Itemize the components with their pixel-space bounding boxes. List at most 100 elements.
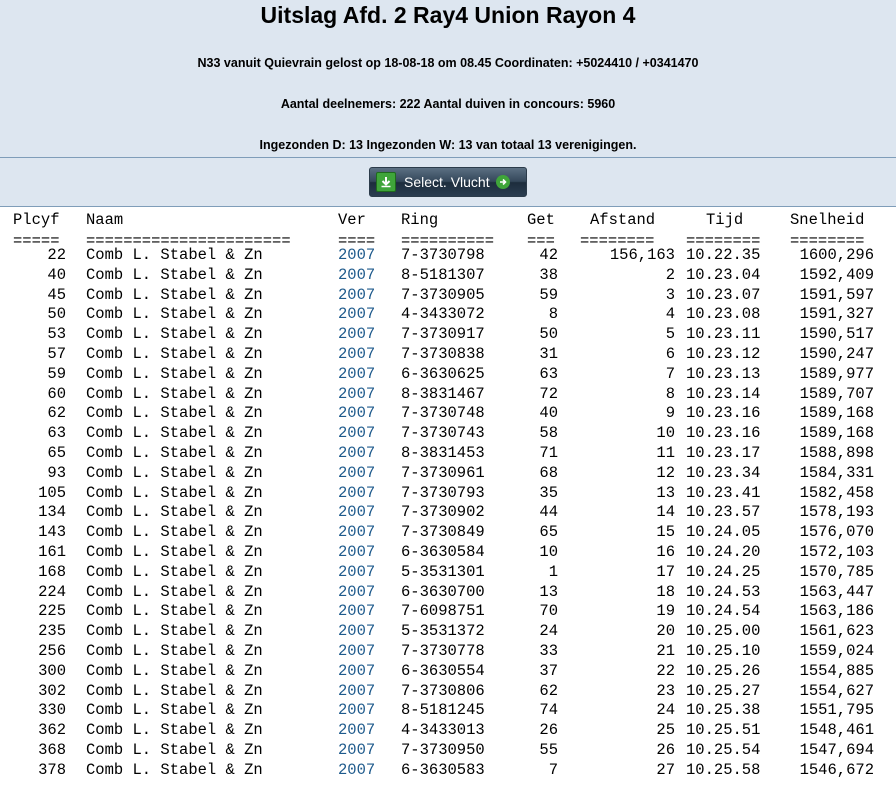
cell-ver-link[interactable]: 2007 — [338, 325, 375, 343]
table-separator-row: ===== ====================== ==== ======… — [0, 231, 896, 250]
cell-ver-link[interactable]: 2007 — [338, 484, 375, 502]
cell-ver-link[interactable]: 2007 — [338, 246, 375, 264]
cell-snelheid: 1547,694 — [799, 740, 874, 759]
button-bar: Select. Vlucht — [0, 158, 896, 207]
cell-ver-link[interactable]: 2007 — [338, 583, 375, 601]
cell-ver-link[interactable]: 2007 — [338, 602, 375, 620]
cell-ver-link[interactable]: 2007 — [338, 424, 375, 442]
cell-plcyf: 235 — [38, 622, 66, 641]
cell-tijd: 10.23.16 — [686, 404, 761, 423]
cell-ver-link[interactable]: 2007 — [338, 563, 375, 581]
cell-naam: Comb L. Stabel & Zn — [86, 424, 263, 443]
cell-ver-link[interactable]: 2007 — [338, 761, 375, 779]
download-icon — [376, 172, 396, 192]
table-row: 368 Comb L. Stabel & Zn 2007 7-3730950 55 26 1… — [0, 741, 896, 761]
cell-snelheid: 1589,168 — [799, 404, 874, 423]
cell-ver-link[interactable]: 2007 — [338, 682, 375, 700]
cell-ver-link[interactable]: 2007 — [338, 662, 375, 680]
cell-get: 55 — [539, 740, 558, 759]
cell-afstand: 5 — [665, 325, 675, 344]
cell-naam: Comb L. Stabel & Zn — [86, 681, 263, 700]
cell-ver-link[interactable]: 2007 — [338, 444, 375, 462]
cell-ver-link[interactable]: 2007 — [338, 464, 375, 482]
cell-get: 33 — [539, 641, 558, 660]
cell-afstand: 10 — [656, 424, 675, 443]
cell-naam: Comb L. Stabel & Zn — [86, 246, 263, 264]
table-row: 256 Comb L. Stabel & Zn 2007 7-3730778 33 21 1… — [0, 642, 896, 662]
cell-snelheid: 1563,186 — [799, 602, 874, 621]
cell-ver-link[interactable]: 2007 — [338, 345, 375, 363]
cell-naam: Comb L. Stabel & Zn — [86, 325, 263, 344]
cell-plcyf: 134 — [38, 503, 66, 522]
cell-ver-link[interactable]: 2007 — [338, 741, 375, 759]
cell-afstand: 17 — [656, 562, 675, 581]
cell-afstand: 20 — [656, 622, 675, 641]
cell-snelheid: 1551,795 — [799, 701, 874, 720]
cell-plcyf: 22 — [47, 246, 66, 264]
cell-ring: 7-3730748 — [401, 404, 485, 423]
cell-ring: 5-3531372 — [401, 622, 485, 641]
page-title: Uitslag Afd. 2 Ray4 Union Rayon 4 — [260, 2, 636, 28]
cell-snelheid: 1582,458 — [799, 483, 874, 502]
flight-info: N33 vanuit Quievrain gelost op 18-08-18 … — [197, 56, 699, 70]
cell-plcyf: 62 — [47, 404, 66, 423]
cell-plcyf: 59 — [47, 364, 66, 383]
cell-plcyf: 368 — [38, 740, 66, 759]
cell-ring: 7-3730917 — [401, 325, 485, 344]
cell-naam: Comb L. Stabel & Zn — [86, 384, 263, 403]
cell-naam: Comb L. Stabel & Zn — [86, 582, 263, 601]
cell-naam: Comb L. Stabel & Zn — [86, 443, 263, 462]
cell-ver-link[interactable]: 2007 — [338, 266, 375, 284]
cell-naam: Comb L. Stabel & Zn — [86, 503, 263, 522]
table-row: 59 Comb L. Stabel & Zn 2007 6-3630625 63 7 10.… — [0, 365, 896, 385]
cell-plcyf: 330 — [38, 701, 66, 720]
cell-tijd: 10.23.13 — [686, 364, 761, 383]
cell-naam: Comb L. Stabel & Zn — [86, 740, 263, 759]
cell-get: 72 — [539, 384, 558, 403]
cell-ver-link[interactable]: 2007 — [338, 286, 375, 304]
cell-ring: 7-3730902 — [401, 503, 485, 522]
cell-ring: 7-3730838 — [401, 344, 485, 363]
cell-ring: 7-3730950 — [401, 740, 485, 759]
cell-tijd: 10.25.51 — [686, 721, 761, 740]
table-header-row: Plcyf Naam Ver Ring Get Afstand Tijd Sne… — [0, 207, 896, 231]
cell-ver-link[interactable]: 2007 — [338, 642, 375, 660]
cell-ver-link[interactable]: 2007 — [338, 701, 375, 719]
cell-plcyf: 224 — [38, 582, 66, 601]
cell-ring: 7-3730905 — [401, 285, 485, 304]
cell-ver-link[interactable]: 2007 — [338, 543, 375, 561]
cell-plcyf: 50 — [47, 305, 66, 324]
cell-naam: Comb L. Stabel & Zn — [86, 265, 263, 284]
cell-ver-link[interactable]: 2007 — [338, 622, 375, 640]
table-row: 330 Comb L. Stabel & Zn 2007 8-5181245 74 24 1… — [0, 701, 896, 721]
cell-ver-link[interactable]: 2007 — [338, 404, 375, 422]
cell-ver-link[interactable]: 2007 — [338, 365, 375, 383]
cell-tijd: 10.25.10 — [686, 641, 761, 660]
cell-ver-link[interactable]: 2007 — [338, 721, 375, 739]
cell-get: 35 — [539, 483, 558, 502]
cell-naam: Comb L. Stabel & Zn — [86, 364, 263, 383]
cell-ver-link[interactable]: 2007 — [338, 305, 375, 323]
cell-ring: 6-3630583 — [401, 760, 485, 779]
cell-tijd: 10.24.53 — [686, 582, 761, 601]
cell-afstand: 9 — [665, 404, 675, 423]
cell-afstand: 2 — [665, 265, 675, 284]
cell-ver-link[interactable]: 2007 — [338, 503, 375, 521]
arrow-right-icon — [495, 175, 510, 189]
cell-tijd: 10.23.11 — [686, 325, 761, 344]
cell-snelheid: 1584,331 — [799, 463, 874, 482]
table-row: 60 Comb L. Stabel & Zn 2007 8-3831467 72 8 10.… — [0, 385, 896, 405]
cell-get: 70 — [539, 602, 558, 621]
cell-ring: 4-3433072 — [401, 305, 485, 324]
cell-ring: 7-3730849 — [401, 523, 485, 542]
cell-ver-link[interactable]: 2007 — [338, 385, 375, 403]
cell-snelheid: 1563,447 — [799, 582, 874, 601]
select-flight-button[interactable]: Select. Vlucht — [369, 167, 527, 197]
cell-tijd: 10.23.14 — [686, 384, 761, 403]
table-row: 168 Comb L. Stabel & Zn 2007 5-3531301 1 17 10… — [0, 563, 896, 583]
cell-ver-link[interactable]: 2007 — [338, 523, 375, 541]
cell-ring: 7-3730961 — [401, 463, 485, 482]
cell-get: 74 — [539, 701, 558, 720]
cell-afstand: 25 — [656, 721, 675, 740]
table-row: 362 Comb L. Stabel & Zn 2007 4-3433013 26 25 1… — [0, 721, 896, 741]
